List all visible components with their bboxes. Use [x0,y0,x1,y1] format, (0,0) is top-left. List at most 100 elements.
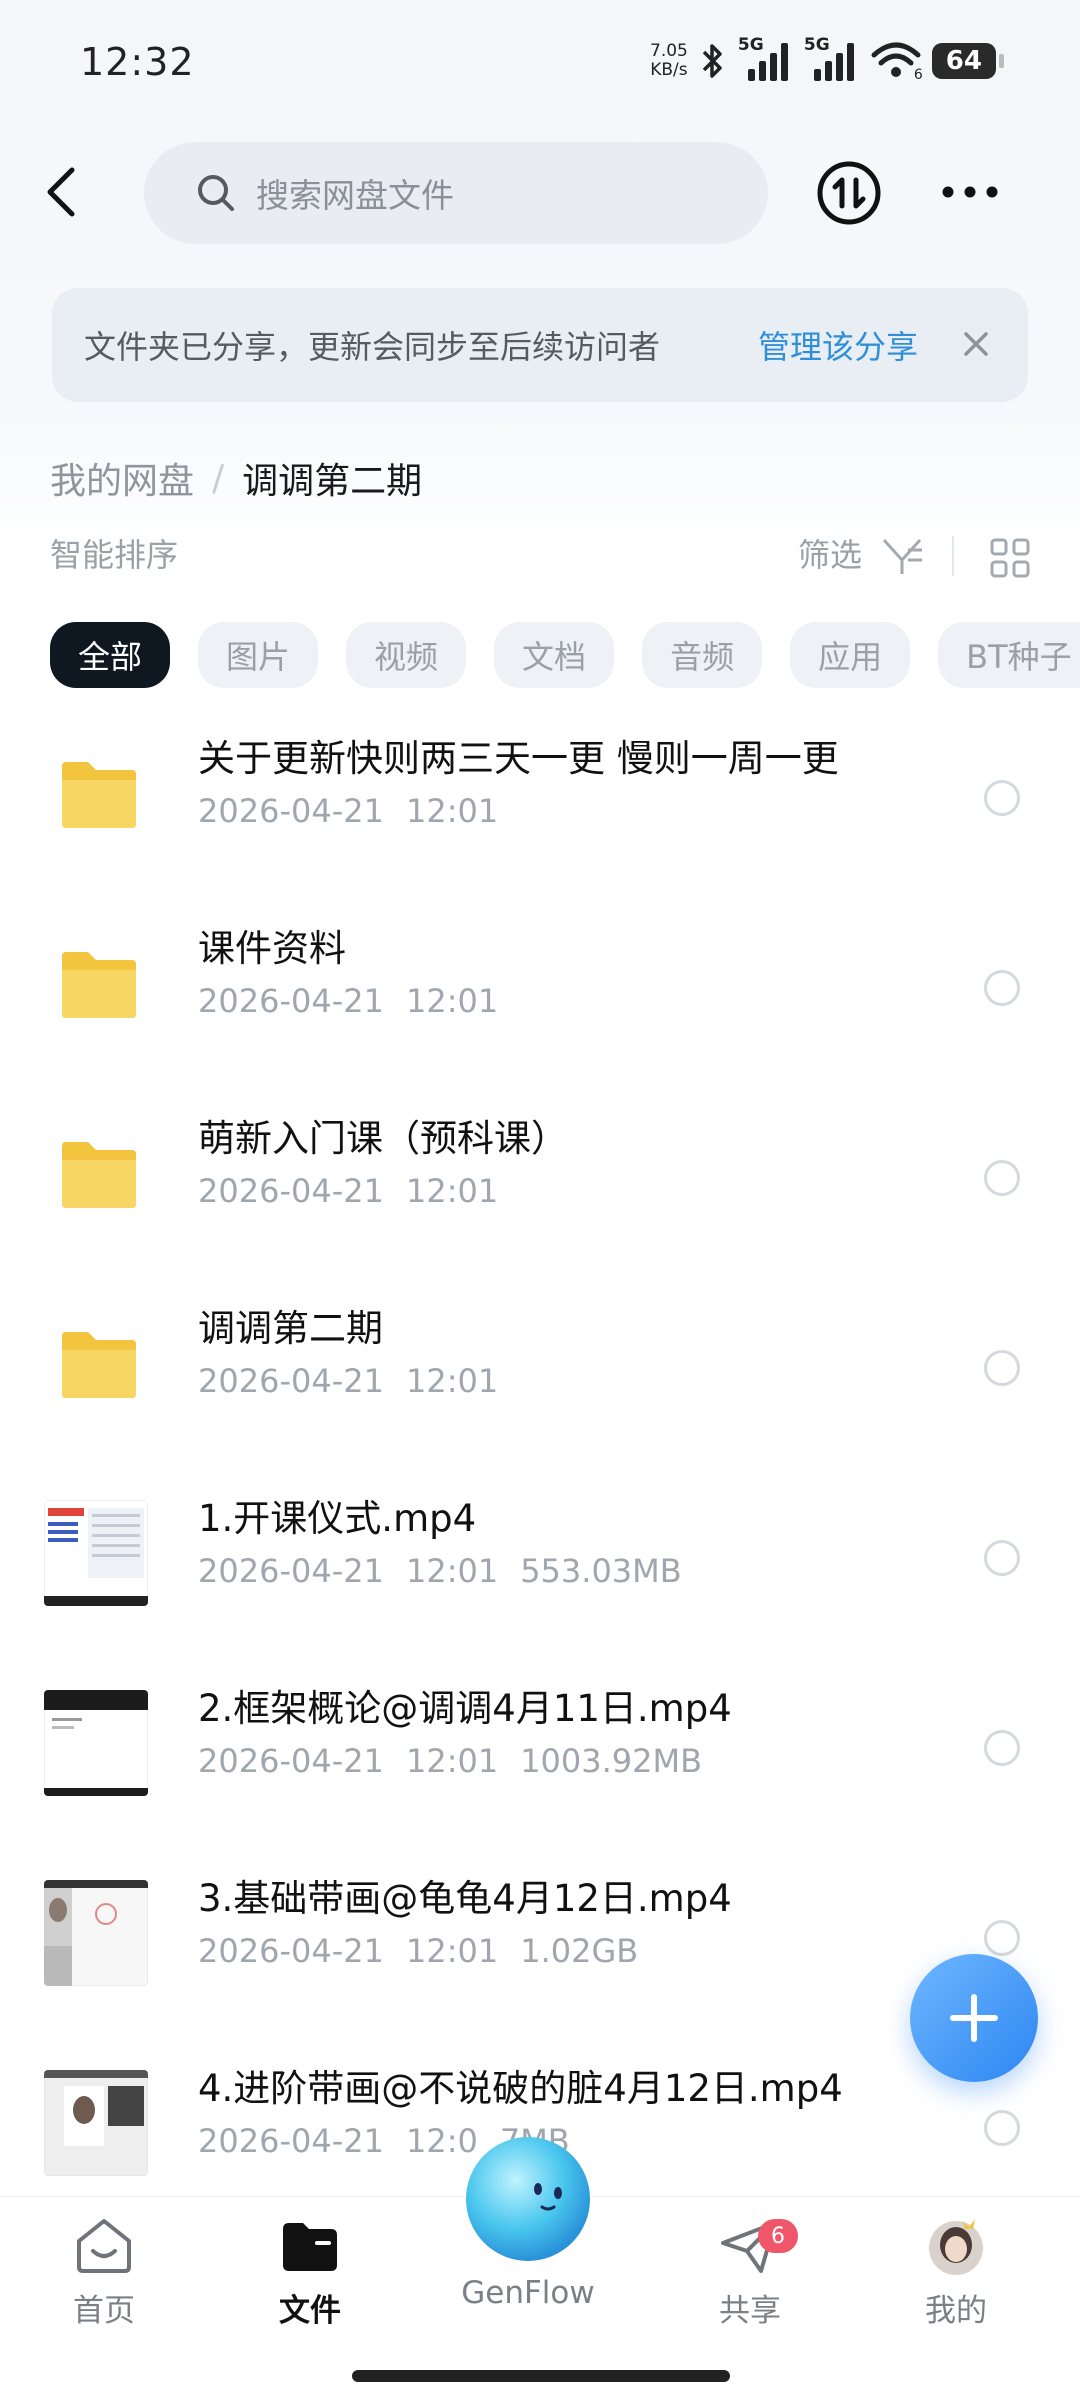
file-name: 3.基础带画@龟龟4月12日.mp4 [198,1877,732,1920]
chip-bt[interactable]: BT种子 [938,622,1080,688]
list-item[interactable]: 关于更新快则两三天一更 慢则一周一更 2026-04-21 12:01 [0,700,1080,890]
list-item[interactable]: 调调第二期 2026-04-21 12:01 [0,1270,1080,1460]
file-meta: 2026-04-21 12:01 1.02GB [198,1932,660,1970]
nav-label: GenFlow [461,2275,595,2311]
more-dots-icon[interactable] [938,180,1002,204]
file-date: 2026-04-21 [198,2122,384,2160]
close-icon[interactable] [956,324,996,364]
file-date: 2026-04-21 [198,1932,384,1970]
chip-images[interactable]: 图片 [198,622,319,688]
folder-icon [44,930,152,1040]
video-thumbnail [43,2069,152,2180]
notification-badge: 6 [758,2219,798,2253]
signal-1: 5G [738,35,794,83]
file-meta: 2026-04-21 12:01 [198,1362,520,1400]
file-size: 1.02GB [520,1932,639,1970]
nav-share[interactable]: 6 共享 [670,2215,830,2330]
file-name: 4.进阶带画@不说破的脏4月12日.mp4 [198,2067,843,2110]
chip-all[interactable]: 全部 [50,622,171,688]
file-date: 2026-04-21 [198,792,384,830]
file-size: 553.03MB [520,1552,682,1590]
file-time: 12:01 [405,1742,499,1780]
chip-apps[interactable]: 应用 [790,622,911,688]
select-checkbox[interactable] [984,2110,1020,2146]
file-name: 1.开课仪式.mp4 [198,1497,477,1540]
select-checkbox[interactable] [984,1540,1020,1576]
chip-videos[interactable]: 视频 [346,622,467,688]
search-input[interactable]: 搜索网盘文件 [144,142,768,244]
network-type-1: 5G [737,35,764,55]
sort-toolbar: 智能排序 筛选 [0,536,1080,582]
select-checkbox[interactable] [984,780,1020,816]
grid-view-icon[interactable] [988,536,1032,580]
nav-home[interactable]: 首页 [24,2215,184,2330]
file-size: 1003.92MB [520,1742,703,1780]
genflow-mascot-icon [466,2137,590,2261]
nav-label: 文件 [279,2293,341,2329]
file-date: 2026-04-21 [198,1552,384,1590]
avatar [929,2219,983,2275]
battery-indicator: 64 [931,43,1004,79]
bluetooth-icon [702,44,722,78]
file-time: 12:01 [405,1552,499,1590]
search-icon [198,175,234,211]
video-thumbnail [43,1879,152,1990]
file-meta: 2026-04-21 12:01 [198,982,520,1020]
file-time: 12:01 [405,1362,499,1400]
file-date: 2026-04-21 [198,1362,384,1400]
file-name: 萌新入门课（预科课） [198,1117,568,1160]
list-item[interactable]: 萌新入门课（预科课） 2026-04-21 12:01 [0,1080,1080,1270]
file-date: 2026-04-21 [198,1742,384,1780]
back-button[interactable] [36,162,88,222]
share-banner: 文件夹已分享，更新会同步至后续访问者 管理该分享 [52,288,1028,402]
nav-genflow[interactable]: GenFlow [448,2131,608,2311]
select-checkbox[interactable] [984,1160,1020,1196]
wifi-badge: 6 [913,67,923,83]
gesture-bar [352,2370,730,2382]
wifi: 6 [870,39,923,83]
nav-me[interactable]: 我的 [876,2215,1036,2330]
folder-icon [283,2223,337,2271]
add-button[interactable] [910,1954,1038,2082]
network-speed-value: 7.05 [650,41,688,61]
file-meta: 2026-04-21 12:01 1003.92MB [198,1742,724,1780]
sort-button[interactable]: 智能排序 [50,536,178,576]
file-time: 12:01 [405,982,499,1020]
select-checkbox[interactable] [984,1920,1020,1956]
category-chips: 全部 图片 视频 文档 音频 应用 BT种子 [50,622,1080,690]
list-item[interactable]: 1.开课仪式.mp4 2026-04-21 12:01 553.03MB [0,1460,1080,1650]
folder-icon [44,1310,152,1420]
file-date: 2026-04-21 [198,1172,384,1210]
nav-files[interactable]: 文件 [230,2215,390,2330]
filter-icon[interactable] [880,536,924,576]
filter-button[interactable]: 筛选 [798,536,862,576]
file-meta: 2026-04-21 12:01 [198,792,520,830]
file-date: 2026-04-21 [198,982,384,1020]
breadcrumb: 我的网盘 / 调调第二期 [50,452,422,504]
select-checkbox[interactable] [984,1730,1020,1766]
chip-audio[interactable]: 音频 [642,622,763,688]
status-time: 12:32 [80,40,195,84]
video-thumbnail [43,1689,152,1800]
video-thumbnail [43,1499,152,1610]
manage-share-link[interactable]: 管理该分享 [758,322,918,368]
file-time: 12:01 [405,1172,499,1210]
network-type-2: 5G [803,35,830,55]
file-meta: 2026-04-21 12:01 553.03MB [198,1552,704,1590]
select-checkbox[interactable] [984,970,1020,1006]
breadcrumb-current: 调调第二期 [242,461,423,502]
plus-icon [950,1994,998,2042]
list-item[interactable]: 2.框架概论@调调4月11日.mp4 2026-04-21 12:01 1003.9… [0,1650,1080,1840]
file-name: 关于更新快则两三天一更 慢则一周一更 [198,737,839,780]
select-checkbox[interactable] [984,1350,1020,1386]
chip-documents[interactable]: 文档 [494,622,615,688]
file-name: 课件资料 [198,927,346,970]
network-speed: 7.05 KB/s [650,42,688,80]
upload-download-icon[interactable] [816,160,882,226]
breadcrumb-root[interactable]: 我的网盘 [50,452,194,504]
file-name: 调调第二期 [198,1307,383,1350]
breadcrumb-separator: / [212,457,225,499]
toolbar-divider [952,536,954,576]
list-item[interactable]: 课件资料 2026-04-21 12:01 [0,890,1080,1080]
network-speed-unit: KB/s [650,60,688,80]
